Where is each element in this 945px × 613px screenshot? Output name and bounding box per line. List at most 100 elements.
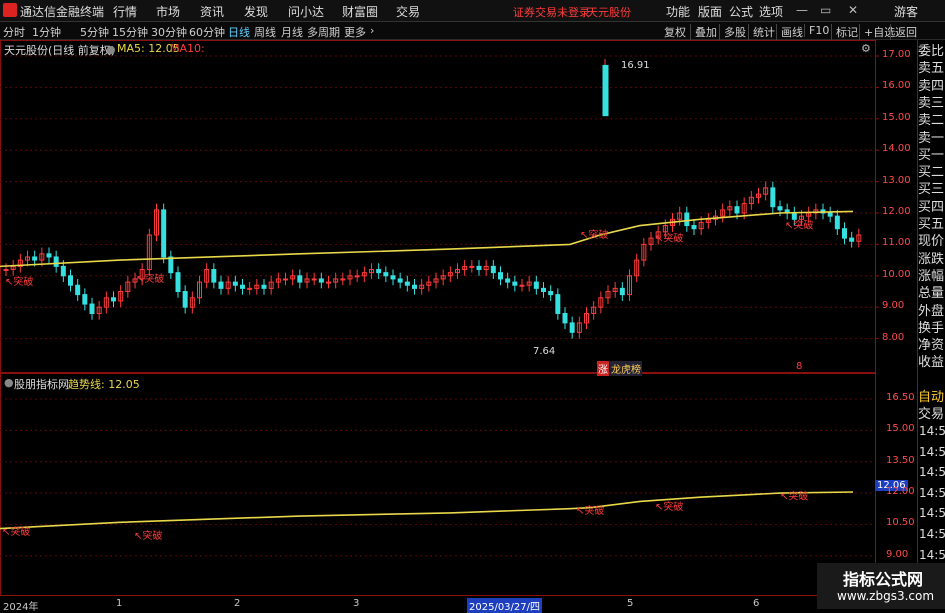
x-axis-label-jun: 6 <box>753 598 760 609</box>
candle-body <box>562 312 568 324</box>
candle-body <box>469 265 475 268</box>
menu-layout[interactable]: 版面 <box>698 3 722 20</box>
candle-body <box>849 237 855 242</box>
candle-body <box>791 212 797 220</box>
candle-body <box>247 287 253 290</box>
breakout-signal-label: ↖突破 <box>785 219 813 232</box>
settings-dot-icon[interactable]: ● <box>106 43 116 56</box>
event-dragon-tiger-badge[interactable]: 龙虎榜 <box>610 361 642 376</box>
candle-body <box>318 278 324 283</box>
price-tick-label: 15.00 <box>882 111 911 123</box>
period-monthly[interactable]: 月线 <box>281 24 303 40</box>
sub-tick-label: 15.00 <box>886 423 915 435</box>
tool-draw[interactable]: 画线 <box>776 24 803 40</box>
menu-formula[interactable]: 公式 <box>729 3 753 20</box>
period-intraday[interactable]: 分时 <box>3 24 25 40</box>
period-60min[interactable]: 60分钟 <box>189 24 225 40</box>
sub-tick-label: 10.50 <box>886 517 915 529</box>
tool-mark[interactable]: 标记 <box>831 24 858 40</box>
menu-ask[interactable]: 问小达 <box>288 3 324 20</box>
login-notice[interactable]: 证券交易未登录 <box>513 4 590 20</box>
breakout-signal-label: ↖突破 <box>576 504 604 517</box>
period-15min[interactable]: 15分钟 <box>112 24 148 40</box>
period-30min[interactable]: 30分钟 <box>151 24 187 40</box>
candle-body <box>619 287 625 296</box>
period-1min[interactable]: 1分钟 <box>32 24 61 40</box>
price-tick-label: 13.00 <box>882 174 911 186</box>
period-5min[interactable]: 5分钟 <box>80 24 109 40</box>
candle-body <box>311 278 317 281</box>
x-axis-label-mar: 3 <box>353 598 360 609</box>
breakout-signal-label: ↖突破 <box>136 272 164 285</box>
candle-body <box>240 284 245 289</box>
price-tick-label: 11.00 <box>882 237 911 249</box>
menu-discover[interactable]: 发现 <box>244 3 268 20</box>
candle-body <box>691 225 697 230</box>
tool-overlay[interactable]: 叠加 <box>690 24 717 40</box>
period-weekly[interactable]: 周线 <box>254 24 276 40</box>
tool-stats[interactable]: 统计 <box>748 24 775 40</box>
candle-body <box>218 281 224 289</box>
period-daily[interactable]: 日线 <box>228 24 250 40</box>
candle-body <box>684 212 690 227</box>
sub-tick-label: 9.00 <box>886 548 909 560</box>
sub-tick-label: 13.50 <box>886 454 915 466</box>
user-label[interactable]: 游客 <box>894 3 918 20</box>
quote-label: 总量 <box>918 286 945 302</box>
close-icon[interactable]: ✕ <box>848 3 858 17</box>
candle-body <box>175 272 181 293</box>
menu-wealth[interactable]: 财富圈 <box>342 3 378 20</box>
tool-back[interactable]: 返回 <box>890 24 917 40</box>
chevron-right-icon[interactable]: › <box>370 24 374 37</box>
minimize-icon[interactable]: — <box>796 3 808 17</box>
tool-multistock[interactable]: 多股 <box>719 24 746 40</box>
tick-time-label: 14:56 <box>919 547 945 562</box>
low-price-label: 7.64 <box>533 346 556 357</box>
candle-body <box>60 265 66 277</box>
candlestick-series <box>3 58 862 339</box>
period-bar: 分时 1分钟 5分钟 15分钟 30分钟 60分钟 日线 周线 月线 多周期 更… <box>0 22 945 40</box>
sub-settings-dot-icon[interactable]: ● <box>4 376 14 389</box>
candle-body <box>412 284 417 289</box>
quote-label: 买三 <box>918 182 945 198</box>
settings-gear-icon[interactable]: ⚙ <box>861 42 871 55</box>
candle-body <box>376 269 382 274</box>
sub-trend-line <box>0 491 854 530</box>
event-marker-icon[interactable]: 8 <box>796 361 802 372</box>
event-up-badge[interactable]: 涨 <box>597 361 609 376</box>
period-multi[interactable]: 多周期 <box>307 24 340 40</box>
tick-time-label: 14:56 <box>919 506 945 521</box>
quote-label: 卖四 <box>918 78 945 94</box>
menu-quotes[interactable]: 行情 <box>113 3 137 20</box>
menu-news[interactable]: 资讯 <box>200 3 224 20</box>
menu-options[interactable]: 选项 <box>759 3 783 20</box>
tick-time-label: 14:56 <box>919 527 945 541</box>
tab-trade[interactable]: 交易 <box>918 403 945 422</box>
candle-body <box>569 322 575 333</box>
tool-adjust[interactable]: 复权 <box>664 24 686 40</box>
menu-trade[interactable]: 交易 <box>396 3 420 20</box>
quote-label: 涨幅 <box>918 268 945 284</box>
ma10-label: MA10: <box>170 42 205 55</box>
candle-body <box>834 215 840 230</box>
price-tick-label: 17.00 <box>882 49 911 60</box>
period-more[interactable]: 更多 <box>344 24 366 40</box>
tick-time-label: 14:56 <box>919 485 945 500</box>
price-tick-label: 9.00 <box>882 300 905 312</box>
candle-body <box>390 275 396 280</box>
breakout-signal-label: ↖突破 <box>2 525 30 538</box>
sub-chart-frame <box>0 373 876 596</box>
restore-icon[interactable]: ▭ <box>820 3 831 17</box>
x-axis-label-may: 5 <box>627 598 634 609</box>
price-tick-label: 16.00 <box>882 80 911 92</box>
menu-market[interactable]: 市场 <box>156 3 180 20</box>
top-stock-name: 天元股份 <box>587 6 631 19</box>
candle-body <box>777 206 783 211</box>
breakout-signal-label: ↖突破 <box>780 489 808 502</box>
trend-line-label: 趋势线: 12.05 <box>68 378 140 391</box>
candle-body <box>232 281 238 286</box>
tick-time-label: 14:56 <box>919 444 945 459</box>
main-stock-label: 天元股份(日线 前复权) <box>4 44 116 57</box>
tool-f10[interactable]: F10 <box>804 24 829 37</box>
menu-function[interactable]: 功能 <box>666 3 690 20</box>
